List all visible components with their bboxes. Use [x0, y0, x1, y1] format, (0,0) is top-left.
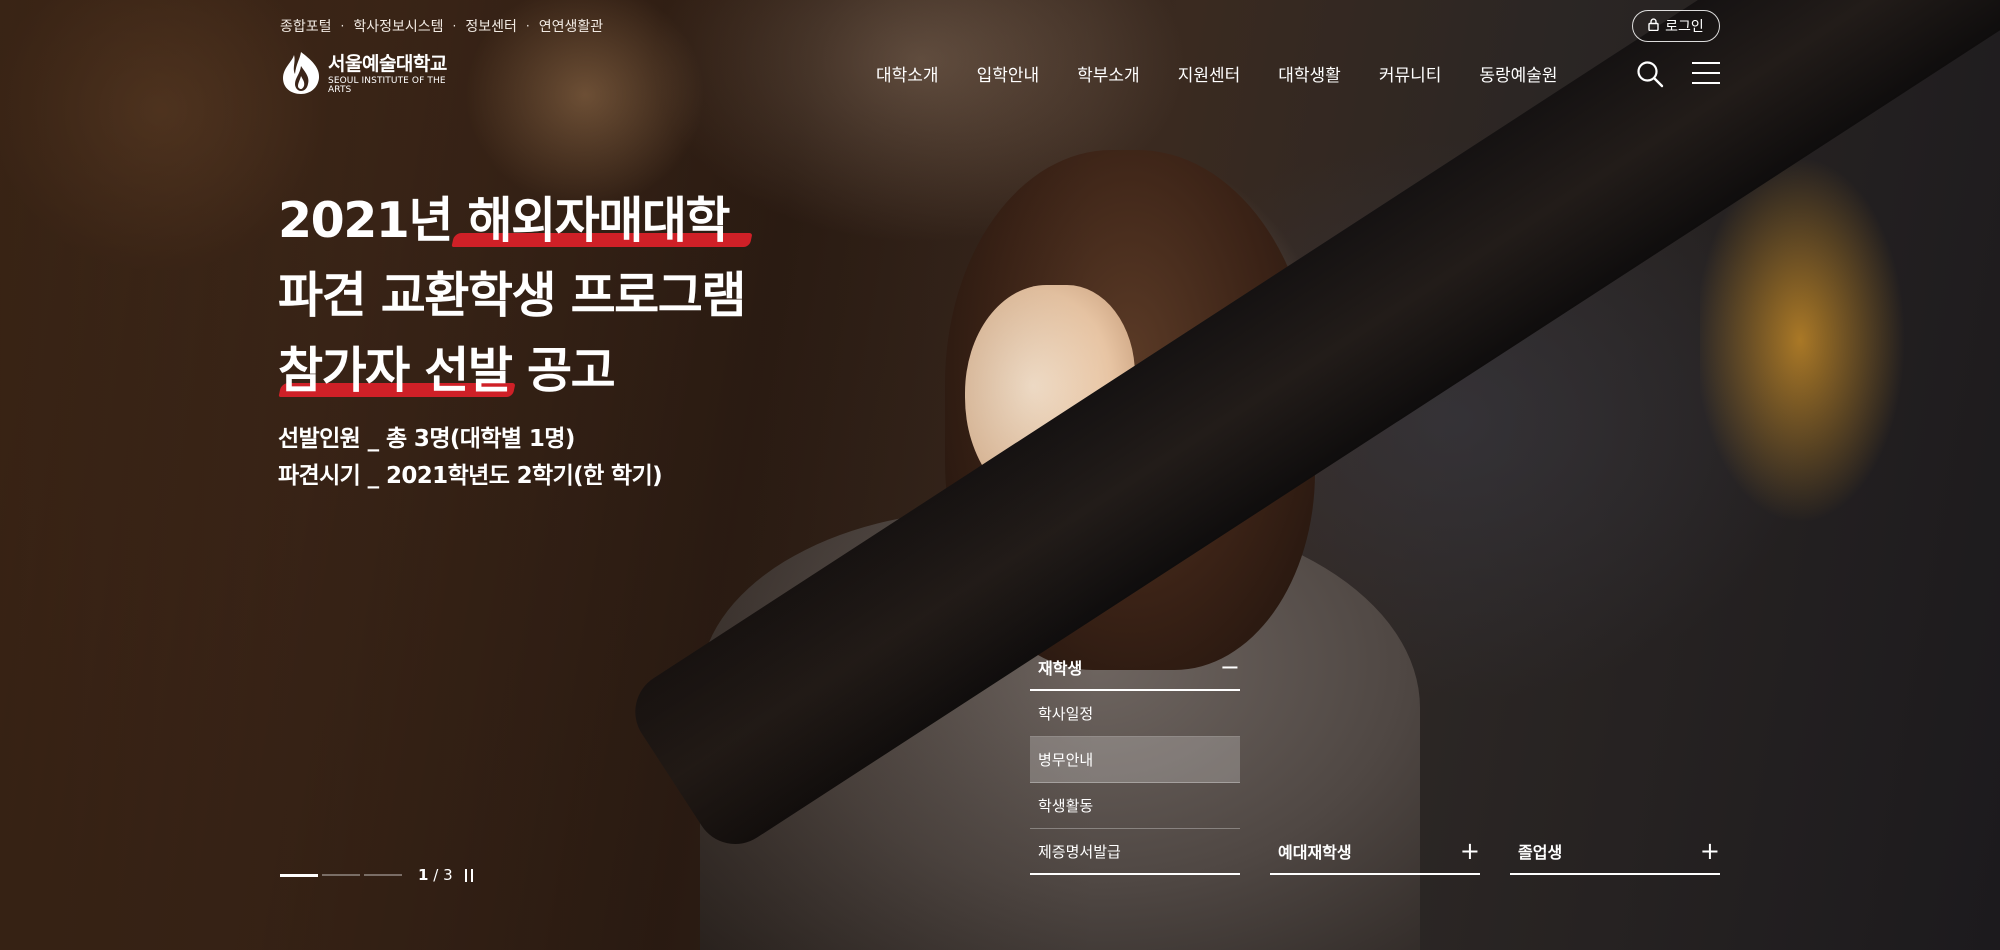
- utility-separator: ·: [340, 19, 345, 33]
- quick-menu-title: 졸업생: [1518, 843, 1563, 862]
- nav-item-about[interactable]: 대학소개: [876, 61, 939, 86]
- quick-menu-title: 재학생: [1038, 659, 1083, 678]
- utility-link-academic-system[interactable]: 학사정보시스템: [353, 16, 443, 36]
- login-label: 로그인: [1665, 19, 1704, 35]
- expand-icon[interactable]: +: [1700, 839, 1720, 863]
- quick-menu-header[interactable]: 졸업생 +: [1510, 829, 1720, 875]
- logo-name-en: SEOUL INSTITUTE OF THE ARTS: [328, 76, 446, 95]
- hero-subtext: 선발인원 _ 총 3명(대학별 1명) 파견시기 _ 2021학년도 2학기(한…: [278, 421, 663, 495]
- hamburger-menu-icon[interactable]: [1692, 61, 1720, 85]
- collapse-icon[interactable]: −: [1220, 655, 1240, 679]
- utility-nav: 종합포털 · 학사정보시스템 · 정보센터 · 연연생활관: [280, 16, 603, 36]
- quick-menu-item-academic-calendar[interactable]: 학사일정: [1030, 691, 1240, 737]
- utility-link-info-center[interactable]: 정보센터: [465, 16, 517, 36]
- slider-counter: 1 / 3: [418, 866, 453, 884]
- quick-menu-graduates: 졸업생 +: [1510, 829, 1720, 875]
- quick-menu-title: 예대재학생: [1278, 843, 1352, 862]
- hero-headline-line: 파견 교환학생 프로그램: [278, 258, 898, 333]
- slider-indicator-active[interactable]: [280, 873, 318, 877]
- lock-icon: [1648, 17, 1659, 35]
- hero-headline[interactable]: 2021년 해외자매대학 파견 교환학생 프로그램 참가자 선발 공고: [278, 183, 898, 408]
- logo-text: 서울예술대학교 SEOUL INSTITUTE OF THE ARTS: [328, 55, 470, 95]
- slider-indicator[interactable]: [364, 874, 402, 876]
- utility-separator: ·: [525, 19, 530, 33]
- slider-separator: /: [433, 866, 439, 884]
- main-nav: 대학소개 입학안내 학부소개 지원센터 대학생활 커뮤니티 동랑예술원: [876, 58, 1558, 88]
- utility-separator: ·: [452, 19, 457, 33]
- quick-menu-header[interactable]: 예대재학생 +: [1270, 829, 1480, 875]
- hero-headline-text: 2021년 해외자매대학: [278, 192, 731, 249]
- slider-indicator[interactable]: [322, 874, 360, 876]
- site-logo[interactable]: 서울예술대학교 SEOUL INSTITUTE OF THE ARTS: [280, 52, 470, 98]
- quick-menu-current-students: 재학생 − 학사일정 병무안내 학생활동 제증명서발급: [1030, 645, 1240, 875]
- nav-item-community[interactable]: 커뮤니티: [1379, 61, 1442, 86]
- quick-menu-item-certificates[interactable]: 제증명서발급: [1030, 829, 1240, 875]
- hero-headline-text: 참가자 선발 공고: [278, 342, 616, 399]
- hero-subtext-recruits: 선발인원 _ 총 3명(대학별 1명): [278, 426, 575, 452]
- logo-name-ko: 서울예술대학교: [328, 53, 447, 75]
- expand-icon[interactable]: +: [1460, 839, 1480, 863]
- quick-menu-list: 학사일정 병무안내 학생활동 제증명서발급: [1030, 691, 1240, 875]
- slider-total: 3: [443, 866, 453, 884]
- hero-subtext-period: 파견시기 _ 2021학년도 2학기(한 학기): [278, 463, 663, 489]
- hero-headline-line: 참가자 선발 공고: [278, 333, 898, 408]
- flame-emblem-icon: [280, 50, 322, 100]
- nav-item-dongrang-arts[interactable]: 동랑예술원: [1479, 61, 1557, 86]
- quick-menu-item-military-service[interactable]: 병무안내: [1030, 737, 1240, 783]
- pause-icon[interactable]: [464, 868, 473, 882]
- hero-headline-text: 파견 교환학생 프로그램: [278, 267, 746, 324]
- nav-item-departments[interactable]: 학부소개: [1077, 61, 1140, 86]
- login-button[interactable]: 로그인: [1632, 10, 1720, 42]
- nav-item-admission[interactable]: 입학안내: [977, 61, 1040, 86]
- utility-link-dormitory[interactable]: 연연생활관: [539, 16, 603, 36]
- quick-menu-header[interactable]: 재학생 −: [1030, 645, 1240, 691]
- utility-link-portal[interactable]: 종합포털: [280, 16, 332, 36]
- nav-item-campus-life[interactable]: 대학생활: [1278, 61, 1341, 86]
- quick-menu-prospective-students: 예대재학생 +: [1270, 829, 1480, 875]
- nav-item-support-center[interactable]: 지원센터: [1178, 61, 1241, 86]
- quick-menu-item-student-activities[interactable]: 학생활동: [1030, 783, 1240, 829]
- search-icon[interactable]: [1636, 60, 1664, 88]
- slider-controls: 1 / 3: [280, 865, 473, 885]
- hero-headline-line: 2021년 해외자매대학: [278, 183, 898, 258]
- slider-current: 1: [418, 866, 429, 884]
